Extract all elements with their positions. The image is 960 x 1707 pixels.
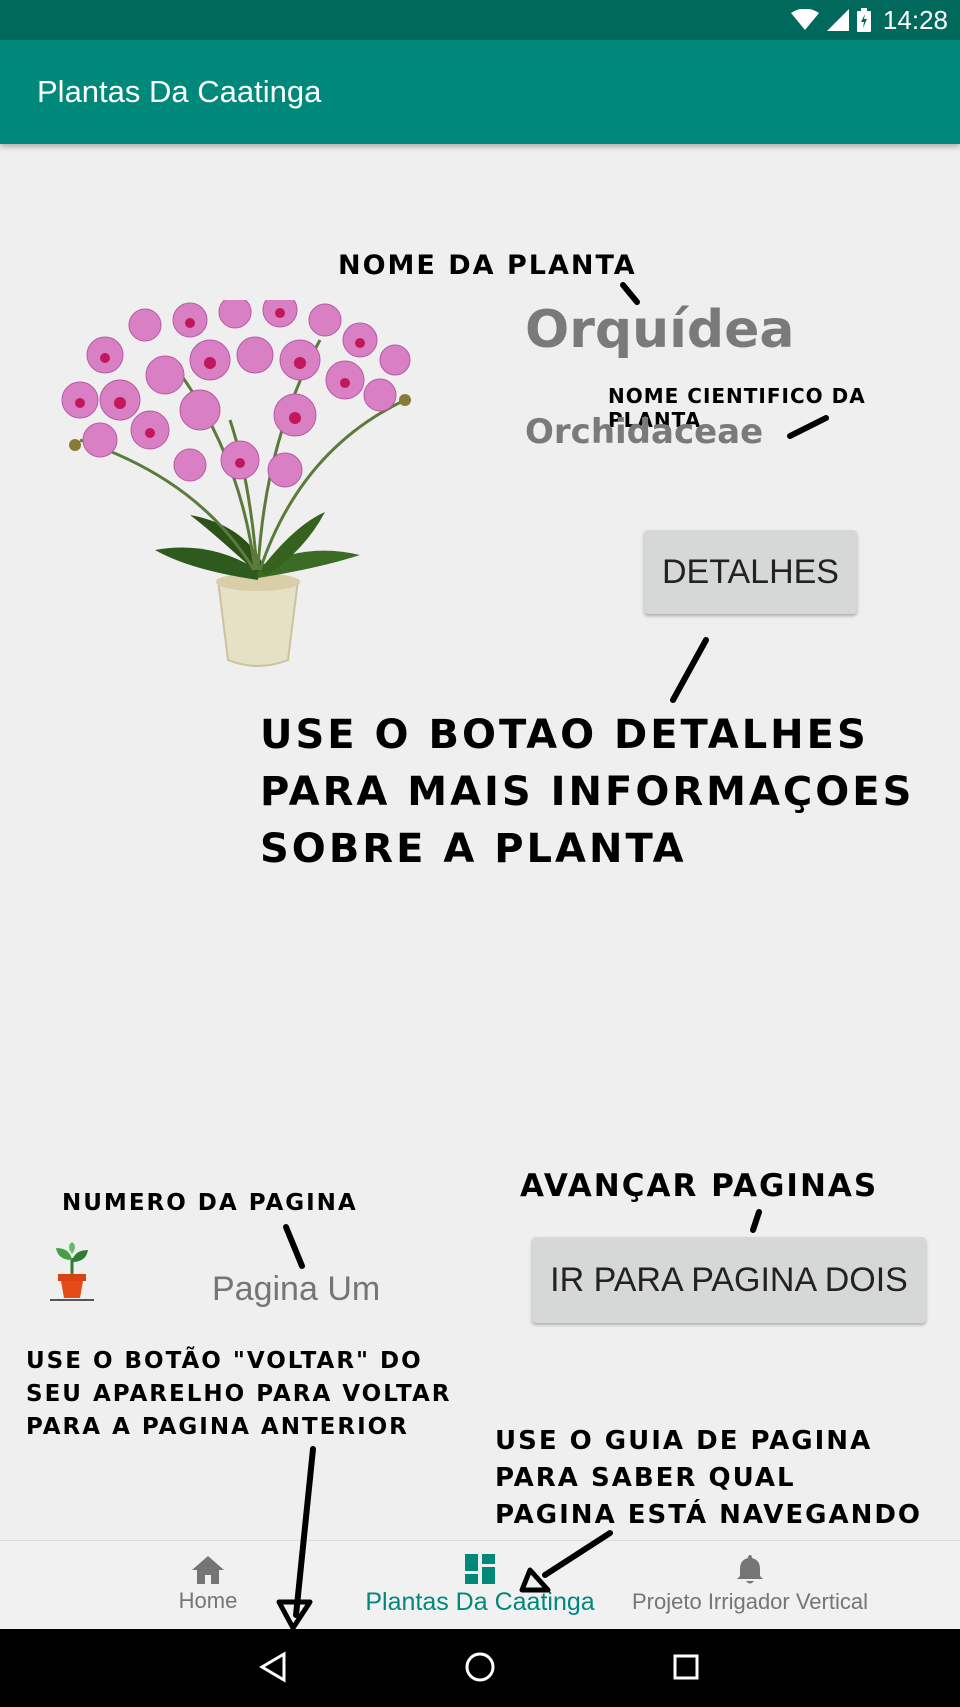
annotation-page-number: NUMERO DA PAGINA <box>62 1190 358 1216</box>
orchid-image <box>61 300 411 667</box>
annotation-back-hint: USE O BOTÃO "VOLTAR" DO SEU APARELHO PAR… <box>26 1348 452 1440</box>
dashboard-icon <box>465 1553 495 1584</box>
bottom-navigation: Home Plantas Da Caatinga Projeto Irrigad… <box>0 1540 960 1629</box>
details-button[interactable]: DETALHES <box>644 530 857 614</box>
annotation-guide-hint: USE O GUIA DE PAGINA PARA SABER QUAL PAG… <box>495 1426 923 1530</box>
annotation-next-pages: AVANÇAR PAGINAS <box>520 1168 879 1204</box>
next-page-button[interactable]: IR PARA PAGINA DOIS <box>532 1237 926 1323</box>
signal-icon <box>826 9 849 31</box>
nav-label-home: Home <box>178 1588 238 1613</box>
battery-icon <box>856 8 871 32</box>
status-icons: 14:28 <box>790 0 948 40</box>
app-bar: Plantas Da Caatinga <box>0 40 960 144</box>
app-title: Plantas Da Caatinga <box>37 74 322 109</box>
pointer-details <box>670 637 709 703</box>
annotation-plant-name: NOME DA PLANTA <box>338 250 637 281</box>
wifi-icon <box>790 9 819 30</box>
home-icon <box>192 1556 224 1584</box>
nav-label-plantas: Plantas Da Caatinga <box>365 1587 595 1616</box>
annotation-details-hint: USE O BOTAO DETALHES PARA MAIS INFORMAÇO… <box>260 712 915 872</box>
nav-label-irrigador: Projeto Irrigador Vertical <box>632 1589 868 1614</box>
potted-plant-icon <box>50 1242 94 1301</box>
home-circle-icon[interactable] <box>464 1651 496 1683</box>
pointer-next-pages <box>750 1209 762 1233</box>
bell-icon <box>737 1555 763 1584</box>
plant-name: Orquídea <box>525 300 795 360</box>
back-icon[interactable] <box>258 1651 288 1683</box>
pointer-page-number <box>283 1224 305 1269</box>
nav-item-home[interactable]: Home <box>140 1541 276 1629</box>
page-label: Pagina Um <box>212 1270 381 1308</box>
nav-item-irrigador[interactable]: Projeto Irrigador Vertical <box>615 1541 885 1629</box>
recents-icon[interactable] <box>672 1653 700 1681</box>
system-navigation-bar <box>0 1629 960 1707</box>
plant-scientific-name: Orchidaceae <box>525 412 764 452</box>
status-bar: 14:28 <box>0 0 960 40</box>
nav-item-plantas[interactable]: Plantas Da Caatinga <box>350 1541 610 1629</box>
status-time: 14:28 <box>882 4 948 35</box>
